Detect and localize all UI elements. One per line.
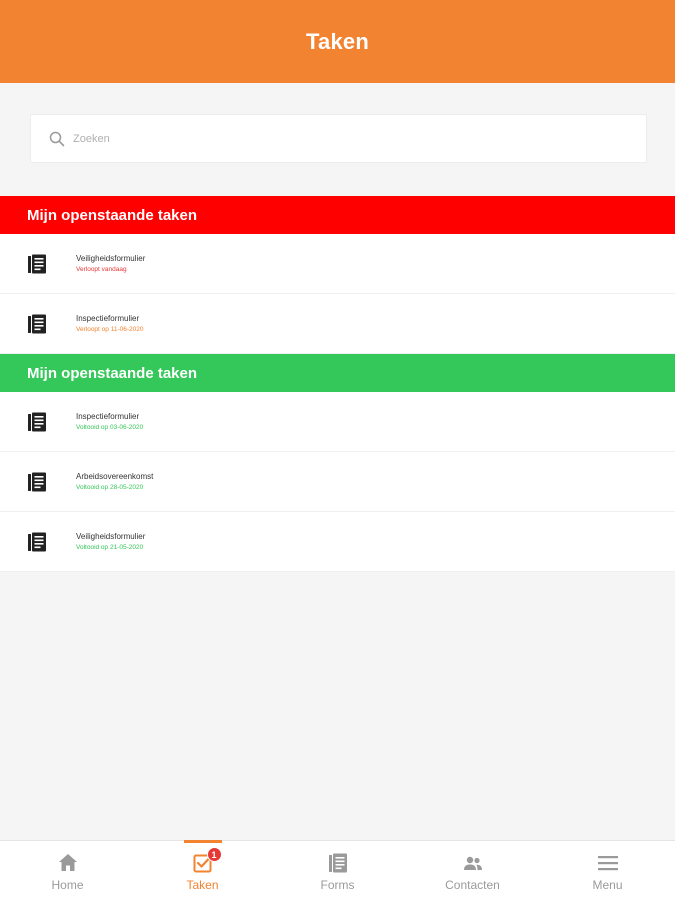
form-document-icon xyxy=(28,314,46,333)
task-row[interactable]: Inspectieformulier Voltooid op 03-06-202… xyxy=(0,392,675,452)
tab-forms[interactable]: Forms xyxy=(270,841,405,900)
task-status: Voltooid op 03-06-2020 xyxy=(76,424,144,431)
task-name: Arbeidsovereenkomst xyxy=(76,472,154,481)
bottom-tab-bar: Home 1 Taken Forms Contacten Menu xyxy=(0,840,675,900)
task-status: Verloopt vandaag xyxy=(76,266,127,273)
form-document-icon xyxy=(28,254,46,273)
menu-icon xyxy=(597,856,618,871)
task-row[interactable]: Inspectieformulier Verloopt op 11-06-202… xyxy=(0,294,675,354)
task-name: Inspectieformulier xyxy=(76,314,140,323)
task-status: Voltooid op 21-05-2020 xyxy=(76,544,144,551)
tab-label: Menu xyxy=(592,878,623,892)
tab-taken[interactable]: 1 Taken xyxy=(135,840,270,900)
contacts-icon xyxy=(463,856,482,870)
task-name: Veiligheidsformulier xyxy=(76,532,146,541)
form-document-icon xyxy=(28,412,46,431)
tab-contacten[interactable]: Contacten xyxy=(405,841,540,900)
section-header-completed-tasks: Mijn openstaande taken xyxy=(0,354,675,392)
app-header: Taken xyxy=(0,0,675,83)
tab-label: Contacten xyxy=(445,878,500,892)
task-status: Voltooid op 28-05-2020 xyxy=(76,484,144,491)
home-icon xyxy=(58,854,77,871)
task-row[interactable]: Veiligheidsformulier Voltooid op 21-05-2… xyxy=(0,512,675,572)
tab-label: Taken xyxy=(186,878,219,892)
task-row[interactable]: Arbeidsovereenkomst Voltooid op 28-05-20… xyxy=(0,452,675,512)
search-icon xyxy=(49,131,65,146)
form-document-icon xyxy=(28,472,46,491)
form-document-icon xyxy=(28,532,46,551)
tab-home[interactable]: Home xyxy=(0,841,135,900)
task-name: Veiligheidsformulier xyxy=(76,254,146,263)
tab-label: Forms xyxy=(320,878,355,892)
forms-icon xyxy=(328,853,347,873)
search-input[interactable] xyxy=(73,123,573,154)
tab-menu[interactable]: Menu xyxy=(540,841,675,900)
task-status: Verloopt op 11-06-2020 xyxy=(76,326,144,333)
section-header-open-tasks: Mijn openstaande taken xyxy=(0,196,675,234)
task-row[interactable]: Veiligheidsformulier Verloopt vandaag xyxy=(0,234,675,294)
tab-label: Home xyxy=(51,878,84,892)
task-name: Inspectieformulier xyxy=(76,412,140,421)
active-tab-indicator xyxy=(183,840,222,843)
notification-badge: 1 xyxy=(206,847,222,862)
search-bar[interactable] xyxy=(30,114,647,163)
page-title: Taken xyxy=(306,28,369,54)
